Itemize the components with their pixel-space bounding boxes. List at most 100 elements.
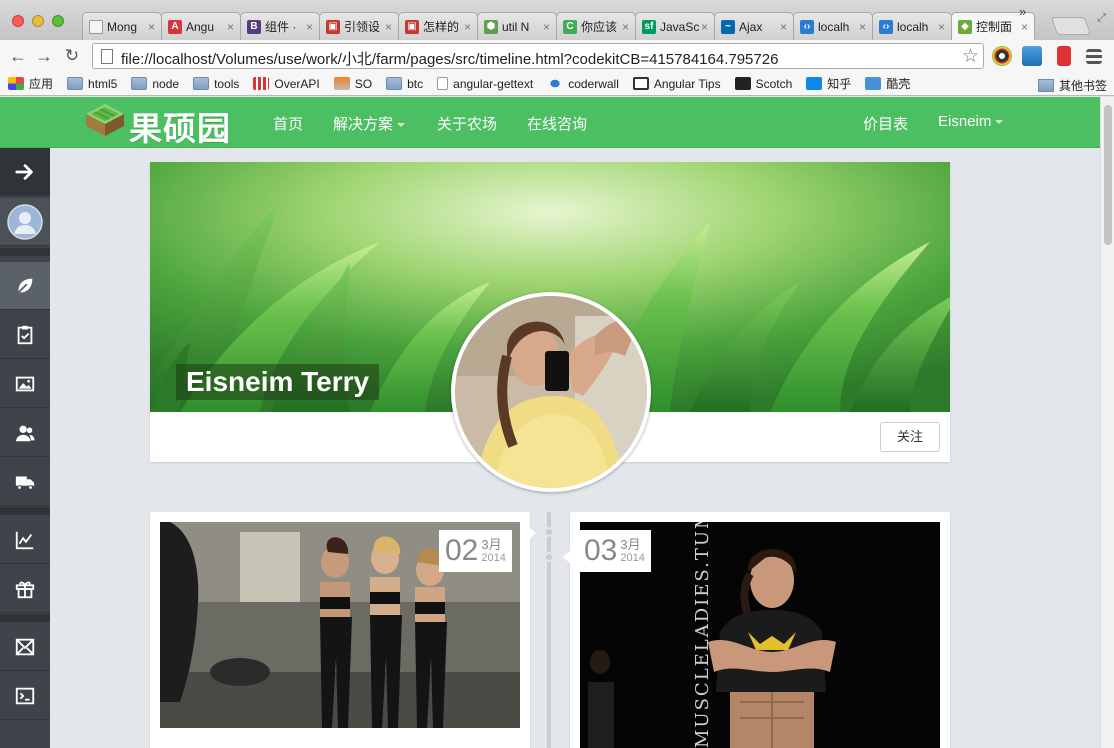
- bookmark-label: SO: [354, 76, 373, 91]
- nav-consult[interactable]: 在线咨询: [527, 113, 587, 134]
- other-bookmarks-folder[interactable]: 其他书签: [1038, 77, 1107, 94]
- tab-close-icon[interactable]: ×: [1021, 20, 1028, 34]
- bookmark-item[interactable]: tools: [193, 77, 239, 91]
- sidebar-avatar[interactable]: [0, 198, 50, 246]
- sidebar-item-terminal[interactable]: [0, 672, 50, 720]
- bookmark-label: tools: [214, 76, 240, 91]
- browser-tab[interactable]: ▣ 引领设 ×: [319, 12, 399, 40]
- browser-tab[interactable]: ▣ 怎样的 ×: [398, 12, 478, 40]
- bookmark-item[interactable]: Angular Tips: [632, 77, 721, 91]
- screen-capture-extension-icon[interactable]: [1022, 46, 1042, 66]
- bookmark-item[interactable]: Scotch: [734, 77, 792, 91]
- window-controls: [12, 15, 64, 27]
- browser-tab[interactable]: B 组件 · ×: [240, 12, 320, 40]
- zoom-window-button[interactable]: [52, 15, 64, 27]
- angular-icon: A: [168, 19, 182, 34]
- bookmark-label: 酷壳: [886, 77, 911, 91]
- post-date-day: 03: [584, 534, 618, 567]
- tab-close-icon[interactable]: ×: [543, 20, 550, 34]
- nav-pricing[interactable]: 价目表: [863, 113, 908, 134]
- tab-title: Ajax: [739, 19, 763, 34]
- browser-tab[interactable]: ~ Ajax ×: [714, 12, 794, 40]
- bookmark-extension-icon[interactable]: [1057, 46, 1071, 66]
- browser-tab[interactable]: A Angu ×: [161, 12, 241, 40]
- browser-tab[interactable]: ‹› localh ×: [872, 12, 952, 40]
- sidebar-item-delivery[interactable]: [0, 458, 50, 506]
- chevron-down-icon: [397, 123, 406, 128]
- nav-solutions[interactable]: 解决方案: [333, 113, 406, 134]
- bookmark-item[interactable]: angular-gettext: [437, 77, 533, 91]
- follow-button[interactable]: 关注: [880, 422, 940, 452]
- browser-tab[interactable]: C 你应该 ×: [556, 12, 636, 40]
- forward-arrow-icon[interactable]: →: [34, 46, 54, 66]
- tab-close-icon[interactable]: ×: [859, 20, 866, 34]
- color-picker-extension-icon[interactable]: [992, 46, 1012, 66]
- chevron-down-icon: [995, 120, 1004, 125]
- profile-avatar[interactable]: [451, 292, 651, 492]
- fullscreen-icon[interactable]: ⤢: [1097, 12, 1106, 25]
- bookmark-star-icon[interactable]: ☆: [962, 45, 979, 68]
- bookmark-item[interactable]: OverAPI: [253, 77, 320, 91]
- sidebar-item-farm[interactable]: [0, 262, 50, 310]
- leaf-icon: [17, 278, 33, 293]
- nav-about[interactable]: 关于农场: [437, 113, 497, 134]
- new-tab-button[interactable]: [1050, 17, 1092, 35]
- page-scrollbar[interactable]: [1100, 97, 1114, 748]
- browser-tab[interactable]: sf JavaSc ×: [635, 12, 715, 40]
- bookmark-item[interactable]: coderwall: [547, 77, 619, 91]
- close-window-button[interactable]: [12, 15, 24, 27]
- bookmark-item[interactable]: html5: [67, 77, 117, 91]
- tab-title: util N: [502, 19, 530, 34]
- users-icon: [15, 425, 35, 441]
- browser-tab[interactable]: ‹› localh ×: [793, 12, 873, 40]
- mail-icon: [15, 638, 35, 655]
- bookmark-item[interactable]: 酷壳: [865, 75, 910, 92]
- back-arrow-icon[interactable]: ←: [8, 46, 28, 66]
- tab-close-icon[interactable]: ×: [227, 20, 234, 34]
- sidebar-item-users[interactable]: [0, 409, 50, 457]
- nav-home[interactable]: 首页: [273, 113, 303, 134]
- tab-close-icon[interactable]: ×: [306, 20, 313, 34]
- tab-close-icon[interactable]: ×: [938, 20, 945, 34]
- menu-icon[interactable]: [1086, 49, 1102, 64]
- bookmark-item[interactable]: btc: [386, 77, 423, 91]
- zhihu-icon: [806, 77, 823, 90]
- sidebar-item-tasks[interactable]: [0, 311, 50, 359]
- sidebar-item-gallery[interactable]: [0, 360, 50, 408]
- overapi-icon: [253, 77, 270, 90]
- sidebar-item-mail[interactable]: [0, 623, 50, 671]
- folder-icon: [386, 77, 403, 90]
- bookmarks-overflow-icon[interactable]: »: [1019, 4, 1026, 19]
- jquery-icon: ~: [721, 19, 735, 34]
- minimize-window-button[interactable]: [32, 15, 44, 27]
- address-bar[interactable]: file://localhost/Volumes/use/work/小北/far…: [92, 43, 984, 69]
- bookmark-item[interactable]: 知乎: [806, 75, 851, 92]
- tab-title: localh: [818, 19, 850, 34]
- tab-close-icon[interactable]: ×: [148, 20, 155, 34]
- tab-close-icon[interactable]: ×: [701, 20, 708, 34]
- scrollbar-thumb[interactable]: [1104, 105, 1112, 245]
- tab-title: 控制面: [976, 20, 1013, 34]
- tab-close-icon[interactable]: ×: [622, 20, 629, 34]
- tab-title: 你应该: [581, 20, 618, 34]
- reload-icon[interactable]: ↻: [62, 46, 82, 66]
- tab-close-icon[interactable]: ×: [780, 20, 787, 34]
- farm-logo-icon[interactable]: [84, 100, 126, 142]
- browser-tab[interactable]: Mong ×: [82, 12, 162, 40]
- apps-grid-icon: [8, 77, 24, 90]
- page-icon: [101, 49, 113, 64]
- site-brand[interactable]: 果硕园: [129, 102, 231, 150]
- sidebar-item-stats[interactable]: [0, 516, 50, 564]
- bookmark-item[interactable]: SO: [333, 76, 373, 91]
- sidebar-item-gifts[interactable]: [0, 565, 50, 613]
- sidebar-toggle-button[interactable]: [0, 148, 50, 196]
- arrow-right-icon: [15, 163, 33, 180]
- browser-tab[interactable]: ⬢ util N ×: [477, 12, 557, 40]
- nav-user-menu[interactable]: Eisneim: [938, 113, 1004, 130]
- bookmark-item[interactable]: node: [131, 77, 179, 91]
- tab-close-icon[interactable]: ×: [464, 20, 471, 34]
- bookmark-item[interactable]: 应用: [8, 75, 53, 92]
- tab-close-icon[interactable]: ×: [385, 20, 392, 34]
- site-navbar: 果硕园 首页 解决方案 关于农场 在线咨询 价目表 Eisneim: [0, 97, 1100, 148]
- url-text[interactable]: file://localhost/Volumes/use/work/小北/far…: [121, 48, 778, 69]
